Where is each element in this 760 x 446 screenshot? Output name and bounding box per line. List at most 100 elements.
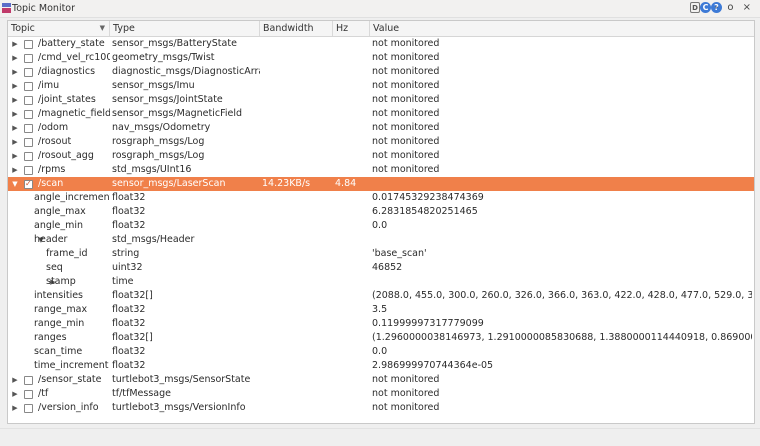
topic-row[interactable]: ▶ /odom nav_msgs/Odometry not monitored [8, 121, 754, 135]
topic-row[interactable]: ▶ /imu sensor_msgs/Imu not monitored [8, 79, 754, 93]
bandwidth-value [262, 233, 333, 247]
field-row[interactable]: seq uint32 46852 [8, 261, 754, 275]
expand-arrow-icon[interactable]: ▶ [11, 79, 19, 93]
topic-name: time_increment [34, 360, 109, 371]
bandwidth-value [262, 331, 333, 345]
window-controls[interactable]: - o × [715, 2, 754, 13]
field-value: 0.0 [372, 220, 388, 231]
expand-arrow-icon[interactable]: ▶ [11, 149, 19, 163]
expand-arrow-icon[interactable]: ▶ [11, 135, 19, 149]
monitor-checkbox[interactable] [24, 138, 33, 147]
field-value: not monitored [372, 374, 440, 385]
column-header-topic[interactable]: Topic ▼ [8, 21, 110, 36]
topic-row[interactable]: ▶ /tf tf/tfMessage not monitored [8, 387, 754, 401]
field-value: not monitored [372, 80, 440, 91]
field-row[interactable]: scan_time float32 0.0 [8, 345, 754, 359]
monitor-checkbox[interactable] [24, 96, 33, 105]
topic-name: /version_info [38, 402, 99, 413]
message-type: std_msgs/Header [112, 234, 195, 245]
collapse-arrow-icon[interactable]: ▼ [11, 177, 19, 191]
topic-name: /scan [38, 178, 64, 189]
field-row[interactable]: ▼ header std_msgs/Header [8, 233, 754, 247]
message-type: float32 [112, 220, 146, 231]
expand-arrow-icon[interactable]: ▶ [11, 37, 19, 51]
hz-value [335, 93, 370, 107]
monitor-checkbox[interactable] [24, 54, 33, 63]
expand-arrow-icon[interactable]: ▶ [11, 93, 19, 107]
monitor-checkbox[interactable] [24, 124, 33, 133]
expand-arrow-icon[interactable]: ▶ [11, 65, 19, 79]
bandwidth-value [262, 303, 333, 317]
hz-value [335, 331, 370, 345]
field-row[interactable]: angle_min float32 0.0 [8, 219, 754, 233]
dock-icon[interactable]: D [690, 2, 700, 13]
field-row[interactable]: range_min float32 0.11999997317779099 [8, 317, 754, 331]
topic-row[interactable]: ▶ /cmd_vel_rc100 geometry_msgs/Twist not mo… [8, 51, 754, 65]
hz-value [335, 261, 370, 275]
hz-value [335, 317, 370, 331]
monitor-checkbox[interactable] [24, 82, 33, 91]
topic-row[interactable]: ▶ /rosout_agg rosgraph_msgs/Log not monitor… [8, 149, 754, 163]
field-value: not monitored [372, 52, 440, 63]
expand-arrow-icon[interactable]: ▶ [11, 373, 19, 387]
monitor-checkbox[interactable] [24, 152, 33, 161]
message-type: time [112, 276, 134, 287]
expand-arrow-icon[interactable]: ▶ [11, 121, 19, 135]
monitor-checkbox[interactable] [24, 376, 33, 385]
topic-row[interactable]: ▶ /sensor_state turtlebot3_msgs/SensorStat… [8, 373, 754, 387]
field-row[interactable]: angle_max float32 6.2831854820251465 [8, 205, 754, 219]
message-type: turtlebot3_msgs/SensorState [112, 374, 251, 385]
field-value: not monitored [372, 66, 440, 77]
field-row[interactable]: range_max float32 3.5 [8, 303, 754, 317]
expand-arrow-icon[interactable]: ▶ [11, 51, 19, 65]
reload-icon[interactable]: C [700, 2, 711, 13]
bandwidth-value [262, 79, 333, 93]
monitor-checkbox[interactable] [24, 390, 33, 399]
bandwidth-value [262, 261, 333, 275]
column-header-hz[interactable]: Hz [333, 21, 370, 36]
topic-row[interactable]: ▼ /scan sensor_msgs/LaserScan 14.23KB/s 4.84 [8, 177, 754, 191]
message-type: string [112, 248, 140, 259]
topic-row[interactable]: ▶ /battery_state sensor_msgs/BatteryState n… [8, 37, 754, 51]
expand-arrow-icon[interactable]: ▶ [11, 107, 19, 121]
message-type: float32 [112, 346, 146, 357]
topic-row[interactable]: ▶ /joint_states sensor_msgs/JointState not … [8, 93, 754, 107]
hz-value [335, 191, 370, 205]
field-row[interactable]: ▶ stamp time [8, 275, 754, 289]
field-row[interactable]: angle_increment float32 0.0174532923847436… [8, 191, 754, 205]
hz-value [335, 359, 370, 373]
column-header-bandwidth[interactable]: Bandwidth [260, 21, 333, 36]
expand-arrow-icon[interactable]: ▶ [11, 401, 19, 415]
hz-value [335, 387, 370, 401]
topic-row[interactable]: ▶ /rosout rosgraph_msgs/Log not monitored [8, 135, 754, 149]
bandwidth-value [262, 37, 333, 51]
monitor-checkbox[interactable] [24, 404, 33, 413]
monitor-checkbox[interactable] [24, 40, 33, 49]
field-value [372, 177, 752, 191]
message-type: sensor_msgs/BatteryState [112, 38, 237, 49]
topic-row[interactable]: ▶ /rpms std_msgs/UInt16 not monitored [8, 163, 754, 177]
message-type: nav_msgs/Odometry [112, 122, 211, 133]
field-value [372, 275, 752, 289]
field-row[interactable]: frame_id string 'base_scan' [8, 247, 754, 261]
column-header-value[interactable]: Value [370, 21, 754, 36]
topic-row[interactable]: ▶ /diagnostics diagnostic_msgs/DiagnosticA… [8, 65, 754, 79]
field-row[interactable]: ranges float32[] (1.2960000038146973, 1.29… [8, 331, 754, 345]
field-row[interactable]: intensities float32[] (2088.0, 455.0, 300.… [8, 289, 754, 303]
field-row[interactable]: time_increment float32 2.986999970744364e-… [8, 359, 754, 373]
column-header-type[interactable]: Type [110, 21, 260, 36]
expand-arrow-icon[interactable]: ▶ [11, 163, 19, 177]
topic-row[interactable]: ▶ /version_info turtlebot3_msgs/VersionInf… [8, 401, 754, 415]
field-value: not monitored [372, 150, 440, 161]
monitor-checkbox[interactable] [24, 166, 33, 175]
field-value: (1.2960000038146973, 1.2910000085830688,… [372, 332, 752, 343]
bandwidth-value [262, 205, 333, 219]
monitor-checkbox[interactable] [24, 177, 33, 191]
topic-row[interactable]: ▶ /magnetic_field sensor_msgs/MagneticFiel… [8, 107, 754, 121]
topic-name: /rpms [38, 164, 66, 175]
topic-name: /rosout [38, 136, 72, 147]
monitor-checkbox[interactable] [24, 110, 33, 119]
expand-arrow-icon[interactable]: ▶ [11, 387, 19, 401]
topic-tree[interactable]: Topic ▼ Type Bandwidth Hz Value ▶ /batter… [7, 20, 755, 424]
monitor-checkbox[interactable] [24, 68, 33, 77]
